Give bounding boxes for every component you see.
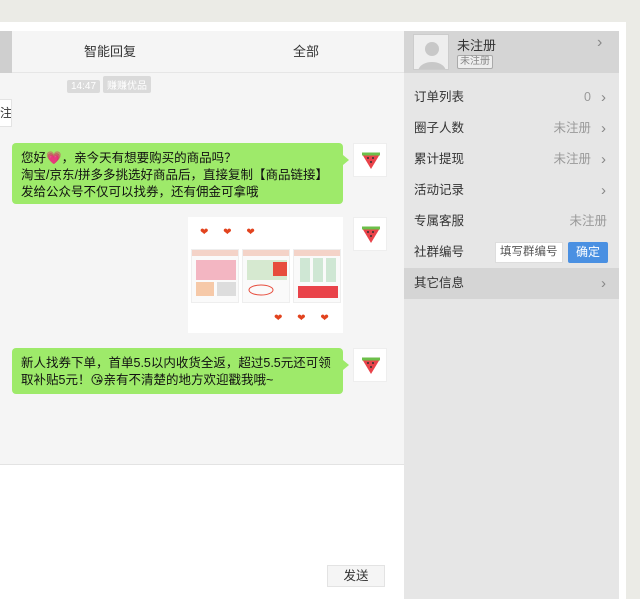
image-message[interactable]: ❤ ❤ ❤ ❤ ❤ ❤ [188, 217, 343, 333]
send-button[interactable]: 发送 [327, 565, 385, 587]
message-bubble: 您好💗，亲今天有想要购买的商品吗？ 淘宝/京东/拼多多挑选好商品后，直接复制【商… [12, 143, 349, 204]
watermelon-avatar-icon [353, 217, 387, 251]
sender-tag: 赚赚优品 [103, 76, 152, 93]
chevron-right-icon: › [601, 151, 606, 168]
row-value: 0 [584, 90, 591, 104]
window-right-border [619, 31, 626, 599]
group-number-input[interactable]: 填写群编号 [495, 242, 563, 263]
row-label: 订单列表 [414, 90, 465, 104]
user-info-sidebar: 未注册 未注册 › 订单列表 0 › 圈子人数 未注册 › 累计提现 未注册 ›… [404, 31, 619, 599]
row-label: 活动记录 [414, 183, 465, 197]
profile-header[interactable]: 未注册 未注册 › [404, 31, 619, 73]
row-circle-members[interactable]: 圈子人数 未注册 › [404, 113, 619, 144]
product-card-image [242, 249, 290, 303]
profile-name: 未注册 [457, 38, 497, 53]
row-label: 其它信息 [414, 276, 465, 290]
row-activity-log[interactable]: 活动记录 › [404, 175, 619, 206]
chevron-right-icon: › [601, 182, 606, 199]
message-list: 14:47 赚赚优品 注 您好💗，亲今天有想要购买的商品吗？ 淘宝/京东/拼多多挑… [0, 73, 404, 464]
chevron-right-icon: › [601, 275, 606, 292]
tab-all[interactable]: 全部 [236, 31, 376, 73]
message-bubble: 新人找券下单，首单5.5以内收货全返，超过5.5元还可领取补贴5元！😘亲有不清楚… [12, 348, 349, 394]
tab-smart-reply[interactable]: 智能回复 [40, 31, 180, 73]
chevron-right-icon: › [601, 89, 606, 106]
message-text: 您好💗，亲今天有想要购买的商品吗？ 淘宝/京东/拼多多挑选好商品后，直接复制【商… [21, 151, 328, 199]
row-value: 未注册 [553, 121, 591, 135]
chevron-right-icon: › [601, 120, 606, 137]
clipped-message: 注 [0, 99, 12, 127]
row-exclusive-support: 专属客服 未注册 [404, 206, 619, 237]
row-label: 累计提现 [414, 152, 465, 166]
product-card-image [293, 249, 341, 303]
tab-bar: 智能回复 全部 [0, 31, 404, 73]
row-label: 专属客服 [414, 214, 465, 228]
watermelon-avatar-icon [353, 143, 387, 177]
row-value: 未注册 [553, 152, 591, 166]
confirm-button[interactable]: 确定 [568, 242, 608, 263]
row-label: 社群编号 [414, 245, 465, 259]
message-text: 新人找券下单，首单5.5以内收货全返，超过5.5元还可领取补贴5元！😘亲有不清楚… [21, 356, 331, 387]
row-label: 圈子人数 [414, 121, 465, 135]
row-total-withdrawal[interactable]: 累计提现 未注册 › [404, 144, 619, 175]
hearts-bottom: ❤ ❤ ❤ [274, 313, 335, 324]
profile-status-badge: 未注册 [457, 55, 493, 69]
row-value: 未注册 [569, 214, 607, 228]
row-other-info[interactable]: 其它信息 › [404, 268, 619, 299]
timestamp: 14:47 [67, 80, 101, 93]
row-group-number: 社群编号 填写群编号 确定 [404, 237, 619, 268]
chat-panel: 智能回复 全部 14:47 赚赚优品 注 您好💗，亲今天有想要购买的商品吗？ 淘宝… [0, 31, 404, 599]
row-order-list[interactable]: 订单列表 0 › [404, 82, 619, 113]
hearts-top: ❤ ❤ ❤ [200, 227, 261, 238]
product-card-image [191, 249, 239, 303]
default-avatar-icon [413, 34, 449, 70]
watermelon-avatar-icon [353, 348, 387, 382]
chevron-right-icon: › [597, 34, 603, 51]
tab-left-edge[interactable] [0, 31, 12, 73]
timestamp-row: 14:47 赚赚优品 [67, 76, 152, 94]
message-input-area[interactable]: 发送 [0, 464, 404, 599]
